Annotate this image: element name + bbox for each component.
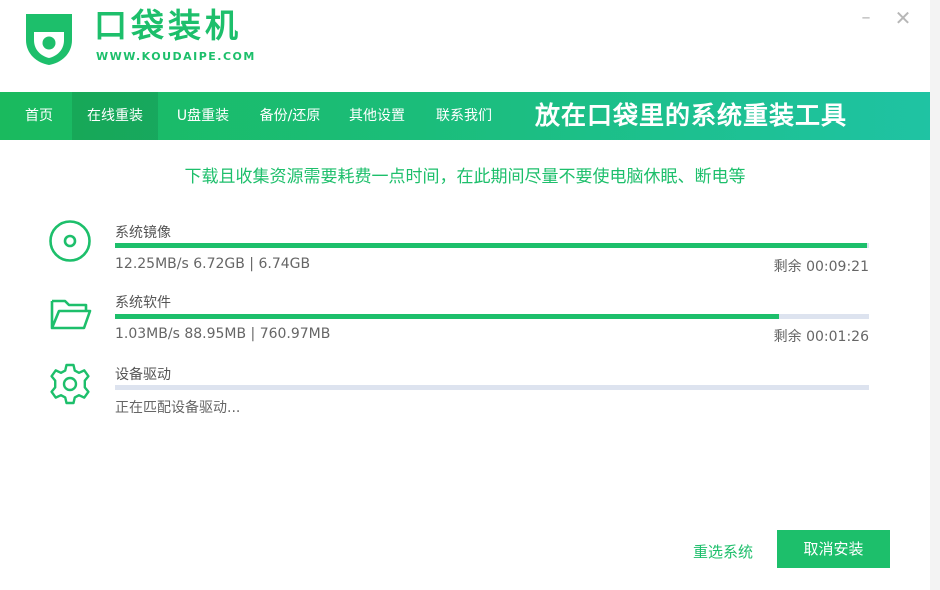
disc-icon <box>49 220 91 262</box>
download-notice: 下载且收集资源需要耗费一点时间，在此期间尽量不要使电脑休眠、断电等 <box>184 167 746 187</box>
nav-item-home[interactable]: 首页 <box>8 92 70 140</box>
progress-fill <box>115 243 867 248</box>
brand-url: WWW.KOUDAIPE.COM <box>96 50 256 63</box>
task-title: 设备驱动 <box>115 367 171 383</box>
nav-item-usb-reinstall[interactable]: U盘重装 <box>162 92 244 140</box>
brand-name: 口袋装机 <box>94 6 242 45</box>
folder-icon <box>50 299 92 330</box>
task-remaining-time: 剩余 00:01:26 <box>773 329 869 345</box>
nav-item-backup-restore[interactable]: 备份/还原 <box>248 92 332 140</box>
close-button[interactable]: ✕ <box>893 8 913 28</box>
progress-bar <box>115 314 869 319</box>
progress-bar <box>115 243 869 248</box>
progress-bar <box>115 385 869 390</box>
installer-window: 口袋装机 WWW.KOUDAIPE.COM – ✕ 首页 在线重装 U盘重装 备… <box>0 0 930 590</box>
nav-item-other-settings[interactable]: 其他设置 <box>336 92 418 140</box>
nav-slogan: 放在口袋里的系统重装工具 <box>535 101 848 130</box>
gear-icon <box>50 363 90 405</box>
progress-fill <box>115 314 779 319</box>
task-stats: 正在匹配设备驱动... <box>115 400 241 416</box>
window-edge <box>930 0 940 590</box>
task-stats: 12.25MB/s 6.72GB | 6.74GB <box>115 256 311 272</box>
reselect-system-link[interactable]: 重选系统 <box>693 541 753 562</box>
task-remaining-time: 剩余 00:09:21 <box>773 259 869 275</box>
nav-item-contact-us[interactable]: 联系我们 <box>422 92 506 140</box>
nav-bar: 首页 在线重装 U盘重装 备份/还原 其他设置 联系我们 放在口袋里的系统重装工… <box>0 92 930 140</box>
header: 口袋装机 WWW.KOUDAIPE.COM – ✕ <box>0 0 930 92</box>
nav-item-online-reinstall[interactable]: 在线重装 <box>72 92 158 140</box>
task-title: 系统软件 <box>115 295 171 311</box>
task-stats: 1.03MB/s 88.95MB | 760.97MB <box>115 326 331 342</box>
shield-logo-icon <box>26 14 72 65</box>
minimize-button[interactable]: – <box>856 8 876 28</box>
cancel-install-button[interactable]: 取消安装 <box>777 530 890 568</box>
task-title: 系统镜像 <box>115 225 171 241</box>
